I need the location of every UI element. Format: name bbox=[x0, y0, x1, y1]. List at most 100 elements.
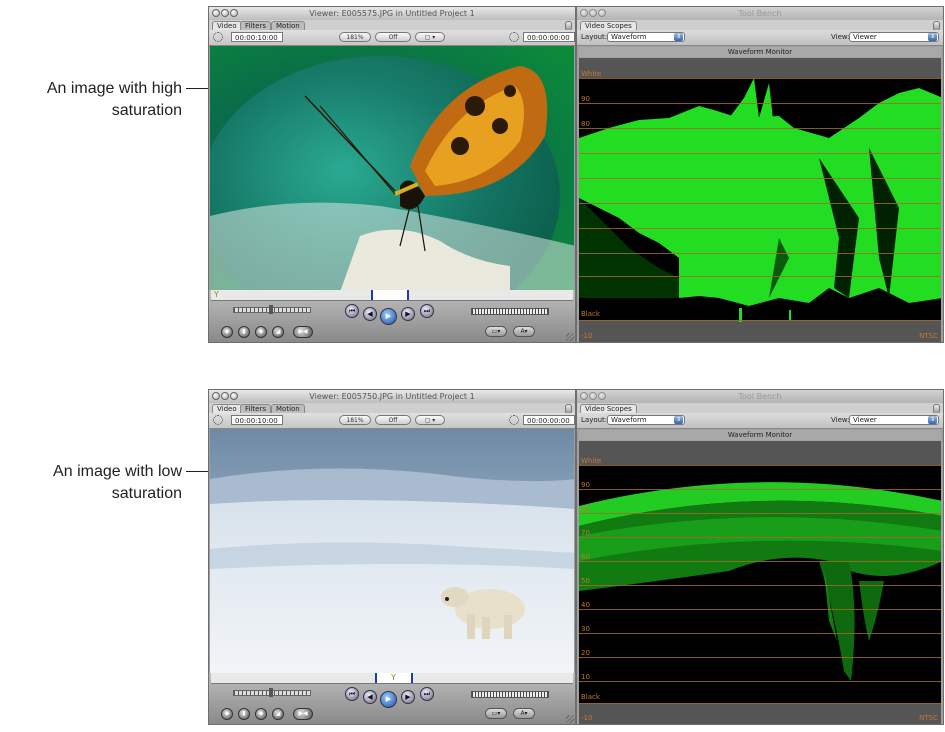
set-out-icon[interactable]: ▶◀ bbox=[293, 708, 313, 720]
current-timecode[interactable]: 00:00:00:00 bbox=[523, 415, 575, 425]
graticule-10 bbox=[579, 681, 941, 682]
graticule-80 bbox=[579, 513, 941, 514]
scrubber-bar[interactable]: Y bbox=[211, 673, 573, 684]
play-icon[interactable]: ▶ bbox=[380, 308, 397, 325]
view-select[interactable]: Viewer ⇕ bbox=[849, 415, 939, 425]
viewer-title: Viewer: E005750.JPG in Untitled Project … bbox=[309, 392, 475, 401]
select-arrows-icon: ⇕ bbox=[928, 33, 937, 41]
current-time-icon bbox=[509, 32, 519, 42]
label-10: 10 bbox=[581, 673, 590, 681]
zoom-popup[interactable]: 181% bbox=[339, 32, 371, 42]
forward-icon[interactable]: ▶ bbox=[401, 690, 415, 704]
shuttle-ring-icon bbox=[213, 32, 223, 42]
viewer-window-low: Viewer: E005750.JPG in Untitled Project … bbox=[208, 389, 576, 725]
zoom-popup[interactable]: 181% bbox=[339, 415, 371, 425]
label-white: White bbox=[581, 70, 602, 78]
scope-toolbar: Layout: Waveform ⇕ View: Viewer ⇕ bbox=[577, 413, 943, 429]
toolbench-titlebar[interactable]: Tool Bench bbox=[577, 7, 943, 21]
viewer-titlebar[interactable]: Viewer: E005750.JPG in Untitled Project … bbox=[209, 390, 575, 404]
mark-in-icon[interactable]: ⏮ bbox=[345, 687, 359, 701]
label-black: Black bbox=[581, 310, 600, 318]
current-time-icon bbox=[509, 415, 519, 425]
mark-out-icon[interactable]: ⏭ bbox=[420, 304, 434, 318]
graticule-40 bbox=[579, 609, 941, 610]
shuttle-knob[interactable] bbox=[269, 305, 273, 314]
label-70: 70 bbox=[581, 529, 590, 537]
recent-clips-popup[interactable]: A▾ bbox=[513, 326, 535, 337]
label-40: 40 bbox=[581, 601, 590, 609]
transport-controls: Y ⏮ ◀ ▶ ▶ ⏭ ◆ ▮ ◆ ◢ ▶◀ ▭▾ A▾ bbox=[209, 673, 575, 724]
mark-out-icon[interactable]: ⏭ bbox=[420, 687, 434, 701]
label-20: 20 bbox=[581, 649, 590, 657]
callout-high-pointer bbox=[186, 88, 208, 89]
graticule-70 bbox=[579, 153, 941, 154]
viewer-titlebar[interactable]: Viewer: E005575.JPG in Untitled Project … bbox=[209, 7, 575, 21]
waveform-header: Waveform Monitor bbox=[579, 47, 941, 57]
callout-low-line1: An image with low bbox=[53, 463, 182, 480]
layout-select[interactable]: Waveform ⇕ bbox=[607, 32, 685, 42]
resize-grip-icon[interactable] bbox=[566, 715, 574, 723]
forward-icon[interactable]: ▶ bbox=[401, 307, 415, 321]
graticule-50 bbox=[579, 585, 941, 586]
generator-popup[interactable]: ▭▾ bbox=[485, 326, 507, 337]
playhead-icon[interactable]: Y bbox=[214, 290, 219, 300]
select-arrows-icon: ⇕ bbox=[928, 416, 937, 424]
label-neg10: -10 bbox=[581, 714, 593, 722]
graticule-30 bbox=[579, 633, 941, 634]
graticule-60 bbox=[579, 178, 941, 179]
playhead-icon[interactable]: Y bbox=[391, 673, 396, 683]
play-icon[interactable]: ▶ bbox=[380, 691, 397, 708]
jog-control[interactable] bbox=[471, 308, 549, 315]
layout-label: Layout: bbox=[581, 33, 608, 41]
set-in-icon[interactable]: ◢ bbox=[272, 326, 284, 338]
add-marker-icon[interactable]: ◆ bbox=[255, 708, 267, 720]
rewind-icon[interactable]: ◀ bbox=[363, 690, 377, 704]
layout-select[interactable]: Waveform ⇕ bbox=[607, 415, 685, 425]
callout-high-line2: saturation bbox=[111, 102, 182, 119]
match-frame-icon[interactable]: ◆ bbox=[221, 708, 233, 720]
butterfly-picture bbox=[210, 46, 574, 292]
view-select[interactable]: Viewer ⇕ bbox=[849, 32, 939, 42]
current-timecode[interactable]: 00:00:00:00 bbox=[523, 32, 575, 42]
jog-control[interactable] bbox=[471, 691, 549, 698]
recent-clips-popup[interactable]: A▾ bbox=[513, 708, 535, 719]
label-80: 80 bbox=[581, 505, 590, 513]
polar-bear-image bbox=[210, 429, 574, 675]
mark-clip-icon[interactable]: ▮ bbox=[238, 708, 250, 720]
layout-select-value: Waveform bbox=[611, 33, 647, 41]
graticule-50 bbox=[579, 203, 941, 204]
resize-grip-icon[interactable] bbox=[566, 333, 574, 341]
callout-low-line2: saturation bbox=[111, 485, 182, 502]
viewer-tabs: Video Filters Motion bbox=[209, 20, 575, 31]
toolbench-titlebar[interactable]: Tool Bench bbox=[577, 390, 943, 404]
waveform-header: Waveform Monitor bbox=[579, 430, 941, 440]
viewer-toolbar: 00:00:10:00 181% Off ▢ ▾ 00:00:00:00 bbox=[209, 413, 575, 429]
in-out-range[interactable] bbox=[371, 290, 409, 300]
graticule-white bbox=[579, 465, 941, 466]
scope-window-high: Tool Bench Video Scopes Layout: Waveform… bbox=[576, 6, 944, 343]
set-in-icon[interactable]: ◢ bbox=[272, 708, 284, 720]
waveform-monitor-low: White 90 80 70 60 50 40 30 20 10 Black -… bbox=[579, 441, 941, 724]
mark-clip-icon[interactable]: ▮ bbox=[238, 326, 250, 338]
scrubber-bar[interactable]: Y bbox=[211, 290, 573, 301]
add-marker-icon[interactable]: ◆ bbox=[255, 326, 267, 338]
scope-tabs: Video Scopes bbox=[577, 403, 943, 414]
graticule-black bbox=[579, 320, 941, 321]
duration-timecode[interactable]: 00:00:10:00 bbox=[231, 32, 283, 42]
overlay-popup[interactable]: Off bbox=[375, 415, 411, 425]
toolbench-title: Tool Bench bbox=[738, 392, 782, 401]
view-popup[interactable]: ▢ ▾ bbox=[415, 32, 445, 42]
generator-popup[interactable]: ▭▾ bbox=[485, 708, 507, 719]
overlay-popup[interactable]: Off bbox=[375, 32, 411, 42]
label-white: White bbox=[581, 457, 602, 465]
set-out-icon[interactable]: ▶◀ bbox=[293, 326, 313, 338]
duration-timecode[interactable]: 00:00:10:00 bbox=[231, 415, 283, 425]
rewind-icon[interactable]: ◀ bbox=[363, 307, 377, 321]
layout-select-value: Waveform bbox=[611, 416, 647, 424]
view-popup[interactable]: ▢ ▾ bbox=[415, 415, 445, 425]
graticule-60 bbox=[579, 561, 941, 562]
scope-tabs: Video Scopes bbox=[577, 20, 943, 31]
mark-in-icon[interactable]: ⏮ bbox=[345, 304, 359, 318]
shuttle-knob[interactable] bbox=[269, 688, 273, 697]
match-frame-icon[interactable]: ◆ bbox=[221, 326, 233, 338]
